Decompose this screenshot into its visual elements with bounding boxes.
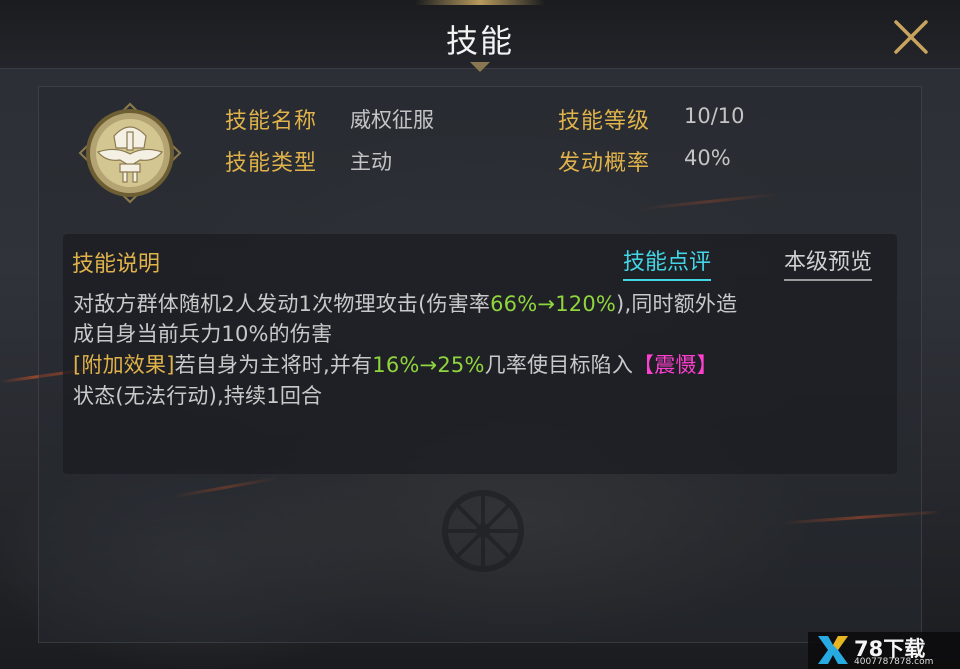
dialog-header: 技能 [0, 0, 960, 69]
chance-value: 16%→25% [372, 353, 485, 377]
cart-wheel-decoration [442, 490, 524, 572]
description-line: 状态(无法行动),持续1回合 [73, 380, 322, 410]
description-text: 成自身当前兵力10%的伤害 [73, 322, 333, 346]
x-logo-icon [818, 636, 848, 664]
description-title: 技能说明 [72, 252, 161, 277]
dialog-title: 技能 [445, 22, 514, 60]
description-text: 若自身为主将时,并有 [174, 353, 373, 377]
description-line: 成自身当前兵力10%的伤害 [73, 318, 332, 348]
description-text: 状态(无法行动),持续1回合 [73, 384, 323, 408]
watermark: 78下载 4007787878.com [808, 632, 960, 669]
status-effect-name: 【震慑】 [633, 353, 718, 377]
description-line: 对敌方群体随机2人发动1次物理攻击(伤害率66%→120%),同时额外造 [73, 288, 737, 318]
close-icon [894, 20, 928, 54]
watermark-url: 4007787878.com [854, 657, 934, 667]
skill-chance-value: 40% [684, 146, 731, 170]
description-text: 对敌方群体随机2人发动1次物理攻击(伤害率 [73, 292, 491, 316]
damage-rate-value: 66%→120% [490, 292, 617, 316]
skill-type-value: 主动 [350, 150, 392, 174]
knight-helmet-emblem-icon [78, 102, 182, 204]
description-line: [附加效果]若自身为主将时,并有16%→25%几率使目标陷入【震慑】 [73, 349, 718, 379]
skill-level-label: 技能等级 [558, 109, 651, 134]
description-text: ),同时额外造 [616, 292, 738, 316]
tab-level-preview[interactable]: 本级预览 [784, 244, 873, 281]
skill-name-value: 威权征服 [350, 108, 434, 132]
tab-skill-review[interactable]: 技能点评 [623, 244, 712, 281]
close-button[interactable] [888, 16, 934, 58]
skill-chance-label: 发动概率 [558, 151, 651, 176]
skill-icon [76, 102, 184, 204]
description-text: 几率使目标陷入 [484, 353, 634, 377]
header-trim [415, 0, 545, 5]
skill-level-value: 10/10 [684, 104, 745, 128]
bonus-effect-tag: [附加效果] [73, 353, 175, 377]
skill-type-label: 技能类型 [225, 151, 318, 176]
skill-name-label: 技能名称 [225, 109, 318, 134]
